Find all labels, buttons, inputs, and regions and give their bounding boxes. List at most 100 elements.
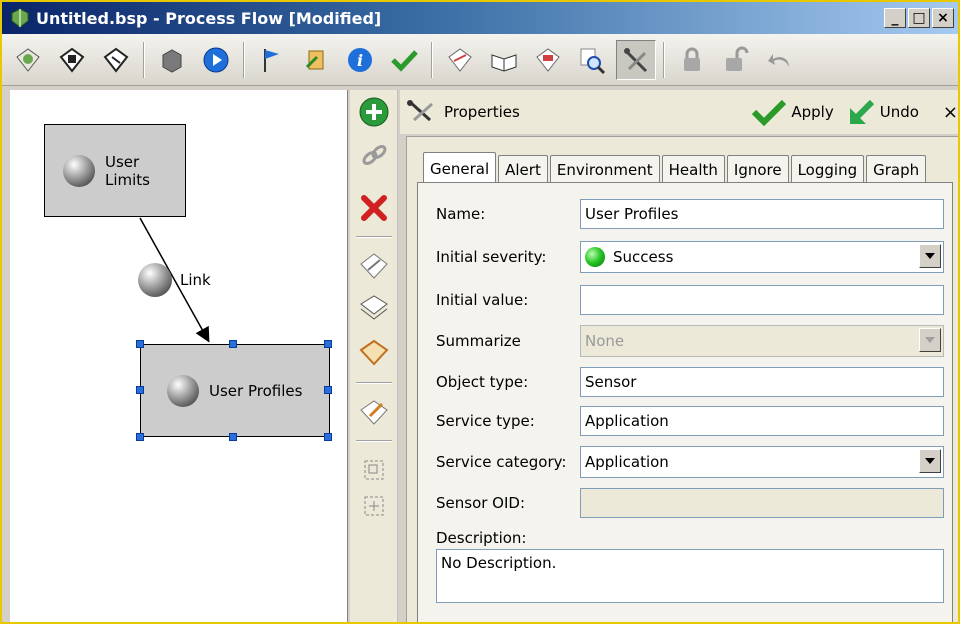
chevron-down-icon[interactable] [919, 244, 941, 268]
selection-handle[interactable] [136, 340, 144, 348]
name-field[interactable]: User Profiles [580, 199, 944, 229]
chevron-down-icon[interactable] [919, 328, 941, 352]
undo-icon[interactable] [760, 40, 800, 80]
link-sphere-icon[interactable] [138, 263, 172, 297]
toolbar-separator [143, 41, 145, 78]
svg-text:i: i [357, 51, 363, 70]
app-logo-icon [11, 8, 29, 28]
tab-ignore[interactable]: Ignore [726, 155, 789, 183]
link-chain-icon[interactable] [356, 138, 392, 174]
selection-handle[interactable] [324, 340, 332, 348]
tab-health[interactable]: Health [661, 155, 725, 183]
maximize-button[interactable]: □ [908, 8, 930, 28]
check-icon[interactable] [384, 40, 424, 80]
properties-icon [407, 100, 433, 122]
stop-icon[interactable] [152, 40, 192, 80]
service-category-select[interactable]: Application [580, 446, 944, 478]
selection-handle[interactable] [136, 433, 144, 441]
process-flow-canvas[interactable]: User Limits Link User Profiles [10, 90, 348, 622]
selection-handle[interactable] [229, 433, 237, 441]
node-label: User Profiles [209, 381, 303, 400]
node-user-limits[interactable]: User Limits [44, 124, 186, 217]
description-textarea[interactable]: No Description. [436, 549, 944, 603]
selection-handle[interactable] [324, 433, 332, 441]
toolbar-separator [356, 236, 392, 238]
description-label: Description: [436, 529, 527, 547]
chevron-down-icon[interactable] [919, 449, 941, 473]
properties-header: Properties Apply Undo × [400, 90, 958, 134]
edit-icon[interactable] [440, 40, 480, 80]
app-window: Untitled.bsp - Process Flow [Modified] _… [0, 0, 960, 624]
vertical-toolbar [350, 90, 398, 622]
toolbar-separator [356, 382, 392, 384]
save-icon[interactable] [52, 40, 92, 80]
toolbar-separator [431, 41, 433, 78]
tab-logging[interactable]: Logging [790, 155, 865, 183]
paste-icon[interactable] [356, 334, 392, 370]
calendar-icon[interactable] [528, 40, 568, 80]
toolbar-separator [243, 41, 245, 78]
ungroup-icon[interactable] [356, 488, 392, 524]
tab-environment[interactable]: Environment [549, 155, 660, 183]
initial-severity-value: Success [613, 248, 674, 266]
run-icon[interactable] [196, 40, 236, 80]
toolbar-separator [663, 41, 665, 78]
window-title: Untitled.bsp - Process Flow [Modified] [36, 8, 382, 28]
initial-value-label: Initial value: [436, 291, 529, 309]
service-category-value: Application [585, 453, 669, 471]
properties-title: Properties [444, 103, 520, 121]
service-type-label: Service type: [436, 412, 535, 430]
undo-button[interactable]: Undo [846, 98, 919, 126]
selection-handle[interactable] [324, 386, 332, 394]
service-category-label: Service category: [436, 453, 567, 471]
minimize-button[interactable]: _ [884, 8, 906, 28]
undo-label: Undo [879, 103, 919, 121]
initial-severity-select[interactable]: Success [580, 241, 944, 273]
unlock-icon[interactable] [716, 40, 756, 80]
flag-icon[interactable] [252, 40, 292, 80]
sensor-oid-field[interactable] [580, 488, 944, 518]
check-icon [752, 99, 787, 126]
initial-severity-label: Initial severity: [436, 248, 547, 266]
properties-panel: General Alert Environment Health Ignore … [406, 136, 958, 622]
selection-handle[interactable] [229, 340, 237, 348]
toolbar-separator [356, 440, 392, 442]
delete-icon[interactable] [356, 190, 392, 226]
node-label: User Limits [105, 152, 150, 189]
link-label[interactable]: Link [180, 271, 211, 289]
close-button[interactable]: × [932, 8, 954, 28]
tab-general[interactable]: General [423, 152, 497, 184]
apply-label: Apply [791, 103, 834, 121]
main-toolbar: i [2, 34, 958, 86]
rename-icon[interactable] [356, 394, 392, 430]
success-status-icon [585, 247, 605, 267]
object-type-field[interactable]: Sensor [580, 367, 944, 397]
node-user-profiles[interactable]: User Profiles [140, 344, 330, 437]
group-icon[interactable] [356, 452, 392, 488]
title-bar[interactable]: Untitled.bsp - Process Flow [Modified] _… [2, 2, 958, 34]
info-icon[interactable]: i [340, 40, 380, 80]
tab-alert[interactable]: Alert [498, 155, 548, 183]
selection-handle[interactable] [136, 386, 144, 394]
object-type-label: Object type: [436, 373, 529, 391]
copy-icon[interactable] [356, 290, 392, 326]
script-icon[interactable] [296, 40, 336, 80]
find-icon[interactable] [572, 40, 612, 80]
apply-button[interactable]: Apply [751, 98, 834, 126]
summarize-select[interactable]: None [580, 325, 944, 357]
undo-arrow-icon [849, 99, 874, 124]
general-form: Name: User Profiles Initial severity: Su… [417, 182, 953, 622]
book-icon[interactable] [484, 40, 524, 80]
service-type-field[interactable]: Application [580, 406, 944, 436]
lock-icon[interactable] [672, 40, 712, 80]
close-panel-button[interactable]: × [943, 102, 958, 123]
initial-value-field[interactable] [580, 285, 944, 315]
tab-strip: General Alert Environment Health Ignore … [423, 151, 928, 184]
cut-icon[interactable] [356, 248, 392, 284]
sensor-sphere-icon [167, 374, 199, 407]
add-icon[interactable] [356, 94, 392, 130]
open-icon[interactable] [8, 40, 48, 80]
tab-graph[interactable]: Graph [866, 155, 927, 183]
save-as-icon[interactable] [96, 40, 136, 80]
properties-icon[interactable] [616, 39, 656, 80]
